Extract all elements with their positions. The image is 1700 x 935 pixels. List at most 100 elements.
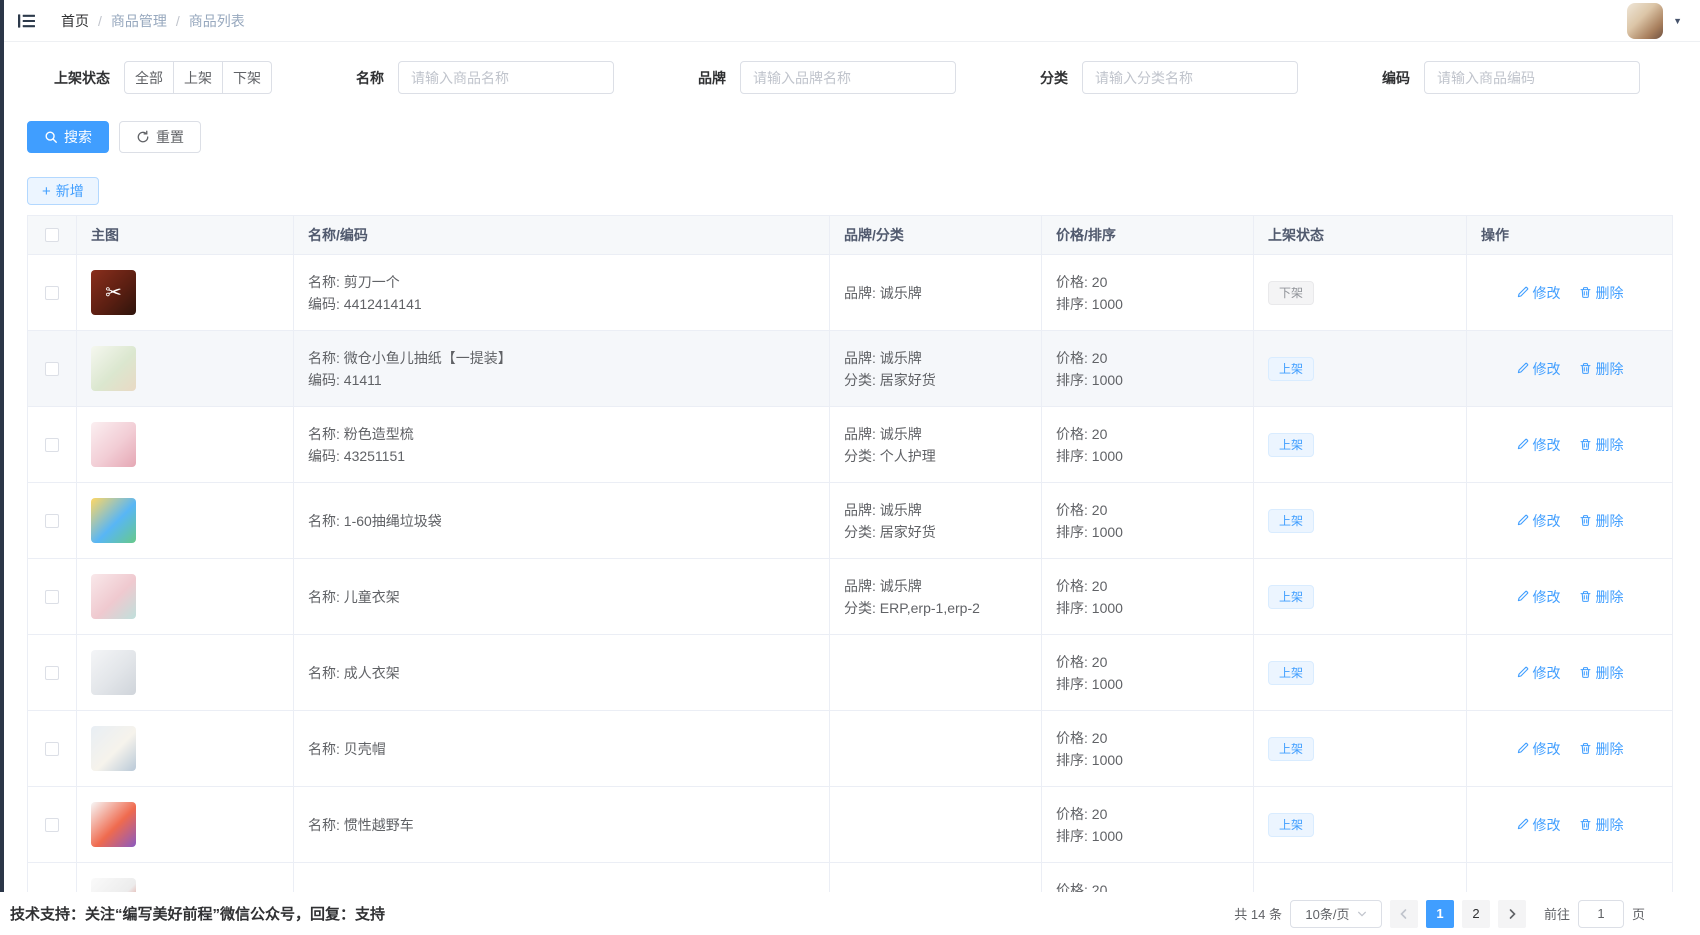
status-tag: 下架 — [1268, 281, 1314, 305]
product-name-input[interactable] — [398, 61, 614, 94]
name-code-cell: 名称: 剪刀一个编码: 4412414141 — [294, 255, 830, 331]
product-brand: 品牌: 诚乐牌 — [844, 423, 922, 445]
breadcrumb-home[interactable]: 首页 — [61, 11, 89, 31]
brand-category-cell — [830, 635, 1042, 711]
collapse-menu-icon[interactable] — [18, 13, 35, 29]
kids-hangers-product-photo — [91, 574, 136, 619]
brand-category-cell: 品牌: 诚乐牌分类: ERP,erp-1,erp-2 — [830, 559, 1042, 635]
breadcrumb-product-list: 商品列表 — [189, 11, 245, 31]
search-actions: 搜索 重置 — [27, 121, 1700, 153]
product-table: 主图 名称/编码 品牌/分类 价格/排序 上架状态 操作 ✂名称: 剪刀一个编码… — [27, 215, 1673, 935]
edit-button[interactable]: 修改 — [1516, 739, 1561, 759]
delete-button[interactable]: 删除 — [1579, 739, 1624, 759]
status-option-all[interactable]: 全部 — [124, 61, 174, 94]
goto-unit: 页 — [1632, 904, 1645, 923]
status-tag: 上架 — [1268, 813, 1314, 837]
price-sort-cell: 价格: 20排序: 1000 — [1042, 407, 1254, 483]
product-name: 名称: 1-60抽绳垃圾袋 — [308, 510, 442, 532]
product-brand: 品牌: 诚乐牌 — [844, 575, 922, 597]
product-name: 名称: 惯性越野车 — [308, 814, 414, 836]
edit-button[interactable]: 修改 — [1516, 283, 1561, 303]
page-button-1[interactable]: 1 — [1426, 900, 1454, 928]
delete-button[interactable]: 删除 — [1579, 815, 1624, 835]
product-name: 名称: 微仓小鱼儿抽纸【一提装】 — [308, 347, 512, 369]
row-checkbox[interactable] — [45, 742, 59, 756]
select-all-checkbox[interactable] — [45, 228, 59, 242]
product-table-body: ✂名称: 剪刀一个编码: 4412414141品牌: 诚乐牌价格: 20排序: … — [28, 255, 1672, 935]
status-option-off-shelf[interactable]: 下架 — [223, 61, 272, 94]
status-cell: 上架 — [1254, 787, 1467, 863]
delete-button[interactable]: 删除 — [1579, 359, 1624, 379]
product-sort: 排序: 1000 — [1056, 825, 1123, 847]
edit-button[interactable]: 修改 — [1516, 587, 1561, 607]
filter-code-label: 编码 — [1382, 68, 1410, 88]
edit-button[interactable]: 修改 — [1516, 815, 1561, 835]
collapsed-sidebar — [0, 0, 4, 935]
name-code-cell: 名称: 儿童衣架 — [294, 559, 830, 635]
add-product-button[interactable]: + 新增 — [27, 177, 99, 205]
list-actions: + 新增 — [27, 177, 1700, 205]
product-category: 分类: 居家好货 — [844, 369, 936, 391]
search-button[interactable]: 搜索 — [27, 121, 109, 153]
row-select-cell — [28, 559, 77, 635]
tissue-pack-product-photo — [91, 346, 136, 391]
product-sort: 排序: 1000 — [1056, 293, 1123, 315]
category-name-input[interactable] — [1082, 61, 1298, 94]
goto-label: 前往 — [1544, 904, 1570, 923]
edit-button[interactable]: 修改 — [1516, 511, 1561, 531]
next-page-button[interactable] — [1498, 900, 1526, 928]
price-sort-cell: 价格: 20排序: 1000 — [1042, 559, 1254, 635]
product-name: 名称: 贝壳帽 — [308, 738, 386, 760]
goto-page-input[interactable] — [1578, 900, 1624, 928]
user-avatar[interactable] — [1627, 3, 1663, 39]
operations-cell: 修改删除 — [1467, 711, 1672, 787]
edit-button[interactable]: 修改 — [1516, 359, 1561, 379]
row-select-cell — [28, 483, 77, 559]
page-button-2[interactable]: 2 — [1462, 900, 1490, 928]
product-price: 价格: 20 — [1056, 423, 1107, 445]
breadcrumb-product-management[interactable]: 商品管理 — [111, 11, 167, 31]
edit-button[interactable]: 修改 — [1516, 435, 1561, 455]
prev-page-button[interactable] — [1390, 900, 1418, 928]
refresh-icon — [136, 130, 150, 144]
row-checkbox[interactable] — [45, 514, 59, 528]
reset-button[interactable]: 重置 — [119, 121, 201, 153]
user-menu[interactable]: ▼ — [1627, 3, 1682, 39]
row-checkbox[interactable] — [45, 590, 59, 604]
status-option-on-shelf[interactable]: 上架 — [174, 61, 223, 94]
row-checkbox[interactable] — [45, 438, 59, 452]
product-brand: 品牌: 诚乐牌 — [844, 282, 922, 304]
edit-button[interactable]: 修改 — [1516, 663, 1561, 683]
main-image-cell — [77, 711, 294, 787]
operations-cell: 修改删除 — [1467, 407, 1672, 483]
row-checkbox[interactable] — [45, 286, 59, 300]
top-bar: 首页 / 商品管理 / 商品列表 ▼ — [4, 0, 1700, 42]
delete-button[interactable]: 删除 — [1579, 587, 1624, 607]
pagination: 共 14 条 10条/页 1 2 前往 页 — [1234, 900, 1645, 928]
delete-button[interactable]: 删除 — [1579, 283, 1624, 303]
row-checkbox[interactable] — [45, 666, 59, 680]
brand-category-cell: 品牌: 诚乐牌 — [830, 255, 1042, 331]
filter-status-label: 上架状态 — [54, 68, 110, 88]
avatar-caret-down-icon: ▼ — [1673, 16, 1682, 26]
delete-button[interactable]: 删除 — [1579, 435, 1624, 455]
status-cell: 上架 — [1254, 711, 1467, 787]
delete-button[interactable]: 删除 — [1579, 663, 1624, 683]
trash-icon — [1579, 286, 1592, 299]
row-checkbox[interactable] — [45, 362, 59, 376]
delete-button[interactable]: 删除 — [1579, 511, 1624, 531]
product-price: 价格: 20 — [1056, 347, 1107, 369]
filter-bar: 上架状态 全部 上架 下架 名称 品牌 分类 编码 — [54, 61, 1700, 94]
brand-name-input[interactable] — [740, 61, 956, 94]
filter-brand: 品牌 — [698, 61, 956, 94]
page-size-select[interactable]: 10条/页 — [1290, 900, 1382, 928]
main-image-cell — [77, 559, 294, 635]
breadcrumb: 首页 / 商品管理 / 商品列表 — [61, 11, 245, 31]
table-row: ✂名称: 剪刀一个编码: 4412414141品牌: 诚乐牌价格: 20排序: … — [28, 255, 1672, 331]
product-code-input[interactable] — [1424, 61, 1640, 94]
product-sort: 排序: 1000 — [1056, 673, 1123, 695]
pencil-icon — [1516, 818, 1529, 831]
row-checkbox[interactable] — [45, 818, 59, 832]
trash-icon — [1579, 666, 1592, 679]
product-category: 分类: ERP,erp-1,erp-2 — [844, 597, 980, 619]
